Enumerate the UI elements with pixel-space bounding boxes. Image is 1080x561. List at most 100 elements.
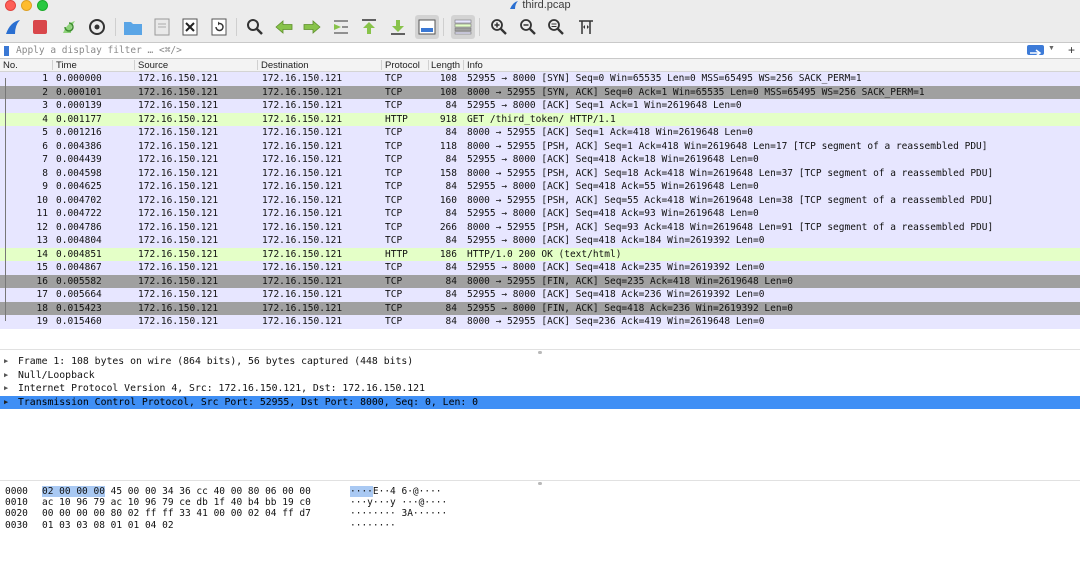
hex-bytes[interactable]: 01 03 03 08 01 01 04 02 <box>42 520 174 531</box>
column-header-time[interactable]: Time <box>56 60 77 71</box>
packet-row[interactable]: 4 0.001177 172.16.150.121 172.16.150.121 HTT… <box>0 112 1080 126</box>
hex-bytes-rest[interactable]: 01 03 03 08 01 01 04 02 <box>42 520 174 531</box>
packet-info: 52955 → 8000 [ACK] Seq=418 Ack=236 Win=2… <box>467 289 765 300</box>
restart-capture-icon[interactable] <box>57 15 81 39</box>
resize-columns-icon[interactable] <box>574 15 598 39</box>
ascii-bytes-rest[interactable]: E··4 6·@···· <box>373 486 442 497</box>
packet-source: 172.16.150.121 <box>138 248 219 260</box>
ascii-bytes-rest[interactable]: ········ 3A······ <box>350 508 447 519</box>
hex-bytes-highlighted[interactable]: 02 00 00 00 <box>42 486 105 497</box>
detail-tree-item[interactable]: ▶ Null/Loopback <box>0 369 1080 383</box>
column-header-length[interactable]: Length <box>431 60 460 71</box>
column-header-no[interactable]: No. <box>3 60 18 71</box>
filter-bookmark-icon[interactable] <box>4 46 9 56</box>
packet-row[interactable]: 16 0.005582 172.16.150.121 172.16.150.121 TC… <box>0 274 1080 288</box>
packet-row[interactable]: 9 0.004625 172.16.150.121 172.16.150.121 TCP… <box>0 180 1080 194</box>
ascii-bytes-rest[interactable]: ···y···y ···@···· <box>350 497 447 508</box>
packet-row[interactable]: 1 0.000000 172.16.150.121 172.16.150.121 TCP… <box>0 72 1080 86</box>
packet-source: 172.16.150.121 <box>138 86 219 98</box>
packet-row[interactable]: 11 0.004722 172.16.150.121 172.16.150.121 TC… <box>0 207 1080 221</box>
packet-time: 0.015460 <box>56 316 102 327</box>
go-to-packet-icon[interactable] <box>329 15 353 39</box>
packet-length: 84 <box>445 262 457 273</box>
display-filter-input[interactable] <box>14 43 1018 58</box>
column-header-source[interactable]: Source <box>138 60 168 71</box>
packet-length: 266 <box>439 221 457 233</box>
hex-bytes[interactable]: 00 00 00 00 80 02 ff ff 33 41 00 00 02 0… <box>42 508 311 519</box>
packet-length: 84 <box>445 154 457 165</box>
ascii-bytes[interactable]: ········ 3A······ <box>350 508 447 519</box>
ascii-bytes[interactable]: ········ <box>350 520 396 531</box>
packet-protocol: TCP <box>385 154 403 165</box>
packet-source: 172.16.150.121 <box>138 316 219 327</box>
hex-bytes-rest[interactable]: ac 10 96 79 ac 10 96 79 ce db 1f 40 b4 b… <box>42 497 311 508</box>
expand-triangle-icon[interactable]: ▶ <box>4 396 8 410</box>
packet-row[interactable]: 14 0.004851 172.16.150.121 172.16.150.121 HT… <box>0 247 1080 261</box>
packet-row[interactable]: 7 0.004439 172.16.150.121 172.16.150.121 TCP… <box>0 153 1080 167</box>
packet-row[interactable]: 18 0.015423 172.16.150.121 172.16.150.121 TC… <box>0 301 1080 315</box>
ascii-bytes-rest[interactable]: ········ <box>350 520 396 531</box>
ascii-bytes[interactable]: ····E··4 6·@···· <box>350 486 442 497</box>
column-header-protocol[interactable]: Protocol <box>385 60 420 71</box>
apply-filter-arrow-icon[interactable] <box>1027 45 1044 57</box>
packet-info: 8000 → 52955 [PSH, ACK] Seq=18 Ack=418 W… <box>467 167 994 179</box>
packet-source: 172.16.150.121 <box>138 181 219 192</box>
packet-row[interactable]: 12 0.004786 172.16.150.121 172.16.150.121 TC… <box>0 220 1080 234</box>
zoom-out-icon[interactable] <box>516 15 540 39</box>
window-title-area: third.pcap <box>0 0 1080 12</box>
packet-row[interactable]: 3 0.000139 172.16.150.121 172.16.150.121 TCP… <box>0 99 1080 113</box>
packet-row[interactable]: 5 0.001216 172.16.150.121 172.16.150.121 TCP… <box>0 126 1080 140</box>
reload-file-icon[interactable] <box>207 15 231 39</box>
packet-time: 0.001216 <box>56 127 102 138</box>
detail-tree-item[interactable]: ▶ Frame 1: 108 bytes on wire (864 bits), … <box>0 355 1080 369</box>
go-last-packet-icon[interactable] <box>386 15 410 39</box>
packet-row[interactable]: 13 0.004804 172.16.150.121 172.16.150.121 TC… <box>0 234 1080 248</box>
packet-destination: 172.16.150.121 <box>262 73 343 84</box>
packet-protocol: TCP <box>385 127 403 138</box>
packet-row[interactable]: 17 0.005664 172.16.150.121 172.16.150.121 TC… <box>0 288 1080 302</box>
packet-info: 52955 → 8000 [ACK] Seq=418 Ack=93 Win=26… <box>467 208 759 219</box>
zoom-in-icon[interactable] <box>487 15 511 39</box>
capture-options-icon[interactable] <box>85 15 109 39</box>
zoom-normal-icon[interactable] <box>544 15 568 39</box>
go-forward-icon[interactable] <box>300 15 324 39</box>
detail-tree-item[interactable]: ▶ Transmission Control Protocol, Src Port… <box>0 395 1080 410</box>
ascii-bytes[interactable]: ···y···y ···@···· <box>350 497 447 508</box>
go-back-icon[interactable] <box>272 15 296 39</box>
colorize-icon[interactable] <box>451 15 475 39</box>
go-first-packet-icon[interactable] <box>357 15 381 39</box>
packet-destination: 172.16.150.121 <box>262 316 343 327</box>
packet-time: 0.005582 <box>56 275 102 287</box>
hex-bytes[interactable]: ac 10 96 79 ac 10 96 79 ce db 1f 40 b4 b… <box>42 497 311 508</box>
detail-tree-item[interactable]: ▶ Internet Protocol Version 4, Src: 172.1… <box>0 382 1080 396</box>
start-capture-fin-icon[interactable] <box>1 15 25 39</box>
packet-row[interactable]: 19 0.015460 172.16.150.121 172.16.150.121 TC… <box>0 315 1080 329</box>
close-file-icon[interactable] <box>178 15 202 39</box>
find-packet-icon[interactable] <box>243 15 267 39</box>
packet-row[interactable]: 2 0.000101 172.16.150.121 172.16.150.121 TCP… <box>0 85 1080 99</box>
column-header-info[interactable]: Info <box>467 60 483 71</box>
packet-time: 0.004804 <box>56 235 102 246</box>
hex-bytes-rest[interactable]: 45 00 00 34 36 cc 40 00 80 06 00 00 <box>105 486 311 497</box>
autoscroll-icon[interactable] <box>415 15 439 39</box>
packet-row[interactable]: 6 0.004386 172.16.150.121 172.16.150.121 TCP… <box>0 139 1080 153</box>
stop-capture-icon[interactable] <box>28 15 52 39</box>
hex-bytes-rest[interactable]: 00 00 00 00 80 02 ff ff 33 41 00 00 02 0… <box>42 508 311 519</box>
packet-row[interactable]: 8 0.004598 172.16.150.121 172.16.150.121 TCP… <box>0 166 1080 180</box>
add-filter-button[interactable]: + <box>1068 43 1075 57</box>
packet-time: 0.015423 <box>56 302 102 314</box>
column-header-destination[interactable]: Destination <box>261 60 309 71</box>
packet-protocol: HTTP <box>385 113 408 125</box>
save-file-icon[interactable] <box>150 15 174 39</box>
expand-triangle-icon[interactable]: ▶ <box>4 382 8 396</box>
ascii-bytes-highlighted[interactable]: ···· <box>350 486 373 497</box>
open-file-icon[interactable] <box>121 15 145 39</box>
filter-history-dropdown-icon[interactable]: ▼ <box>1048 45 1055 52</box>
packet-destination: 172.16.150.121 <box>262 262 343 273</box>
packet-row[interactable]: 15 0.004867 172.16.150.121 172.16.150.121 TC… <box>0 261 1080 275</box>
expand-triangle-icon[interactable]: ▶ <box>4 369 8 383</box>
expand-triangle-icon[interactable]: ▶ <box>4 355 8 369</box>
packet-row[interactable]: 10 0.004702 172.16.150.121 172.16.150.121 TC… <box>0 193 1080 207</box>
wireshark-fin-icon <box>510 1 519 9</box>
hex-bytes[interactable]: 02 00 00 00 45 00 00 34 36 cc 40 00 80 0… <box>42 486 311 497</box>
